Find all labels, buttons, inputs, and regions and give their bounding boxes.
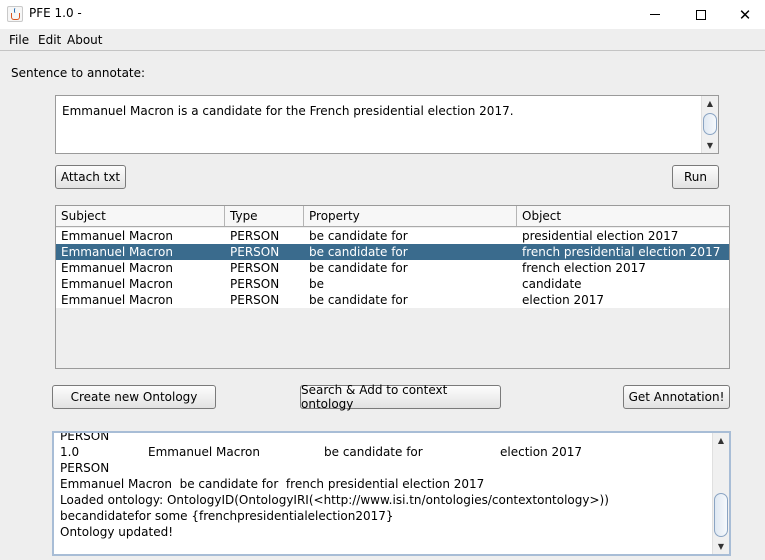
menu-about[interactable]: About: [67, 33, 102, 47]
window-title: PFE 1.0 -: [29, 6, 82, 20]
table-cell-property: be candidate for: [309, 229, 408, 243]
maximize-button[interactable]: [678, 0, 724, 29]
table-cell-subject: Emmanuel Macron: [61, 245, 173, 259]
table-cell-property: be candidate for: [309, 245, 408, 259]
console-segment: 1.0: [60, 445, 80, 459]
menu-file[interactable]: File: [9, 33, 29, 47]
console-lines: PERSON 1.0 Emmanuel Macron be candidate for…: [60, 431, 710, 540]
triples-table: Subject Type Property Object Emmanuel Ma…: [55, 205, 730, 369]
table-cell-type: PERSON: [230, 277, 280, 291]
console-line: 1.0 Emmanuel Macron be candidate for electi…: [60, 444, 710, 460]
sentence-scrollbar[interactable]: ▲ ▼: [701, 96, 718, 153]
console-segment: Emmanuel Macron: [148, 445, 260, 459]
title-bar: PFE 1.0 - ✕: [0, 0, 765, 29]
table-cell-subject: Emmanuel Macron: [61, 261, 173, 275]
scroll-down-icon[interactable]: ▼: [702, 138, 718, 153]
table-cell-object: presidential election 2017: [522, 229, 679, 243]
console-line: PERSON: [60, 431, 110, 443]
minimize-button[interactable]: [632, 0, 678, 29]
console-line: PERSON: [60, 461, 110, 475]
column-object[interactable]: Object: [517, 206, 729, 226]
table-cell-object: french presidential election 2017: [522, 245, 721, 259]
console-segment: be candidate for: [324, 445, 423, 459]
table-cell-subject: Emmanuel Macron: [61, 229, 173, 243]
close-icon: ✕: [738, 5, 752, 24]
console-scrollbar[interactable]: ▲ ▼: [712, 433, 729, 554]
scroll-down-icon[interactable]: ▼: [713, 539, 729, 554]
search-add-context-button[interactable]: Search & Add to context ontology: [300, 383, 501, 411]
menu-bar: File Edit About: [0, 30, 765, 51]
table-cell-property: be: [309, 277, 324, 291]
table-cell-object: candidate: [522, 277, 582, 291]
table-row[interactable]: Emmanuel Macron PERSON be candidate for ele…: [56, 292, 729, 308]
sentence-text: Emmanuel Macron is a candidate for the F…: [62, 104, 514, 118]
column-subject[interactable]: Subject: [56, 206, 225, 226]
maximize-icon: [696, 9, 706, 20]
console-segment: election 2017: [500, 445, 583, 459]
table-row[interactable]: Emmanuel Macron PERSON be candidate: [56, 276, 729, 292]
menu-edit[interactable]: Edit: [38, 33, 61, 47]
table-cell-type: PERSON: [230, 293, 280, 307]
console-line: Ontology updated!: [60, 525, 174, 539]
column-type[interactable]: Type: [225, 206, 304, 226]
scroll-thumb[interactable]: [714, 493, 728, 537]
console-line: Loaded ontology: OntologyID(OntologyIRI(…: [60, 493, 609, 507]
table-header: Subject Type Property Object: [56, 206, 729, 227]
console-line: becandidatefor some {frenchpresidentiale…: [60, 509, 394, 523]
table-cell-type: PERSON: [230, 229, 280, 243]
table-row[interactable]: Emmanuel Macron PERSON be candidate for fre…: [56, 244, 729, 260]
minimize-icon: [650, 14, 660, 15]
table-cell-object: french election 2017: [522, 261, 646, 275]
table-cell-subject: Emmanuel Macron: [61, 277, 173, 291]
output-console[interactable]: PERSON 1.0 Emmanuel Macron be candidate for…: [52, 431, 731, 556]
java-app-icon: [7, 6, 23, 22]
create-ontology-button[interactable]: Create new Ontology: [52, 385, 216, 409]
close-button[interactable]: ✕: [722, 0, 765, 29]
console-line: Emmanuel Macron be candidate for french …: [60, 477, 485, 491]
table-row[interactable]: Emmanuel Macron PERSON be candidate for fre…: [56, 260, 729, 276]
sentence-textarea[interactable]: Emmanuel Macron is a candidate for the F…: [55, 95, 719, 154]
get-annotation-button[interactable]: Get Annotation!: [623, 385, 730, 409]
run-button[interactable]: Run: [672, 165, 719, 189]
table-cell-property: be candidate for: [309, 293, 408, 307]
sentence-label: Sentence to annotate:: [11, 66, 146, 80]
attach-txt-button[interactable]: Attach txt: [55, 165, 126, 189]
table-cell-type: PERSON: [230, 261, 280, 275]
scroll-up-icon[interactable]: ▲: [713, 433, 729, 448]
table-cell-property: be candidate for: [309, 261, 408, 275]
table-cell-type: PERSON: [230, 245, 280, 259]
scroll-up-icon[interactable]: ▲: [702, 96, 718, 111]
table-cell-subject: Emmanuel Macron: [61, 293, 173, 307]
table-row[interactable]: Emmanuel Macron PERSON be candidate for pre…: [56, 228, 729, 244]
column-property[interactable]: Property: [304, 206, 517, 226]
table-body: Emmanuel Macron PERSON be candidate for pre…: [56, 228, 729, 308]
table-cell-object: election 2017: [522, 293, 605, 307]
scroll-thumb[interactable]: [703, 113, 717, 135]
